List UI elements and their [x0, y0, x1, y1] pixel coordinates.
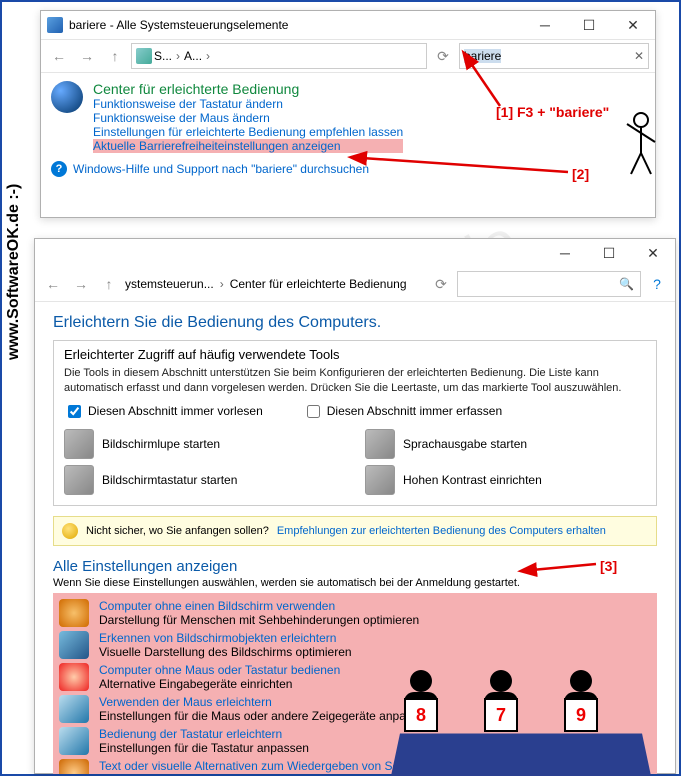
lightbulb-icon — [62, 523, 78, 539]
setting-desc: Visuelle Darstellung des Bildschirms opt… — [99, 645, 352, 659]
nav-up-button[interactable]: ↑ — [103, 44, 127, 68]
page-heading: Erleichtern Sie die Bedienung des Comput… — [53, 314, 657, 332]
all-settings-heading: Alle Einstellungen anzeigen — [53, 558, 657, 575]
group-description: Die Tools in diesem Abschnitt unterstütz… — [64, 366, 646, 396]
ease-of-access-window: ─ ☐ ✕ ← → ↑ ystemsteuerun... › Center fü… — [34, 238, 676, 774]
high-contrast-link[interactable]: Hohen Kontrast einrichten — [365, 465, 646, 495]
start-magnifier-link[interactable]: Bildschirmlupe starten — [64, 429, 345, 459]
search-input[interactable]: bariere ✕ — [459, 43, 649, 69]
checkbox-input[interactable] — [68, 405, 81, 418]
no-display-icon — [59, 599, 89, 627]
checkbox-label: Diesen Abschnitt immer erfassen — [327, 404, 502, 418]
all-settings-sub: Wenn Sie diese Einstellungen auswählen, … — [53, 577, 657, 589]
refresh-button[interactable]: ⟳ — [429, 272, 453, 296]
chevron-right-icon: › — [204, 49, 212, 63]
close-button[interactable]: ✕ — [631, 239, 675, 267]
result-link-highlighted[interactable]: Aktuelle Barrierefreiheiteinstellungen a… — [93, 139, 403, 153]
clear-search-icon[interactable]: ✕ — [634, 49, 644, 63]
window-title: bariere - Alle Systemsteuerungselemente — [69, 18, 523, 32]
result-link[interactable]: Einstellungen für erleichterte Bedienung… — [93, 125, 403, 139]
reco-link[interactable]: Empfehlungen zur erleichterten Bedienung… — [277, 525, 648, 537]
setting-link[interactable]: Computer ohne Maus oder Tastatur bediene… — [99, 663, 340, 677]
nav-back-button[interactable]: ← — [41, 272, 65, 296]
breadcrumb[interactable]: S... › A... › — [131, 43, 427, 69]
control-panel-icon — [47, 17, 63, 33]
sidebar-watermark-text: www.SoftwareOK.de :-) — [5, 184, 23, 360]
keyboard-setting-icon — [59, 727, 89, 755]
setting-desc: Einstellungen für die Maus oder andere Z… — [99, 709, 431, 723]
breadcrumb[interactable]: ystemsteuerun... › Center für erleichter… — [125, 277, 425, 291]
setting-link[interactable]: Verwenden der Maus erleichtern — [99, 695, 431, 709]
minimize-button[interactable]: ─ — [543, 239, 587, 267]
nav-back-button[interactable]: ← — [47, 44, 71, 68]
result-link[interactable]: Funktionsweise der Tastatur ändern — [93, 97, 403, 111]
tool-label: Bildschirmlupe starten — [102, 437, 220, 451]
breadcrumb-seg[interactable]: A... — [184, 49, 202, 63]
tool-label: Hohen Kontrast einrichten — [403, 473, 542, 487]
setting-link[interactable]: Computer ohne einen Bildschirm verwenden — [99, 599, 419, 613]
display-icon — [59, 631, 89, 659]
tool-label: Sprachausgabe starten — [403, 437, 527, 451]
result-link[interactable]: Funktionsweise der Maus ändern — [93, 111, 403, 125]
help-button[interactable]: ? — [645, 272, 669, 296]
location-icon — [136, 48, 152, 64]
mouse-icon — [59, 695, 89, 723]
minimize-button[interactable]: ─ — [523, 11, 567, 39]
narrator-icon — [365, 429, 395, 459]
settings-list-highlighted: Computer ohne einen Bildschirm verwenden… — [53, 593, 657, 774]
breadcrumb-seg[interactable]: S... — [154, 49, 172, 63]
group-title: Erleichterter Zugriff auf häufig verwend… — [64, 347, 646, 362]
setting-link[interactable]: Bedienung der Tastatur erleichtern — [99, 727, 309, 741]
search-results-window: bariere - Alle Systemsteuerungselemente … — [40, 10, 656, 218]
titlebar: ─ ☐ ✕ — [35, 239, 675, 267]
search-text: bariere — [464, 49, 501, 63]
chevron-right-icon: › — [174, 49, 182, 63]
setting-link[interactable]: Text oder visuelle Alternativen zum Wied… — [99, 759, 413, 773]
always-read-checkbox[interactable]: Diesen Abschnitt immer vorlesen — [64, 402, 263, 421]
nav-up-button[interactable]: ↑ — [97, 272, 121, 296]
setting-desc: Alternative Eingabegeräte einrichten — [99, 677, 340, 691]
result-heading[interactable]: Center für erleichterte Bedienung — [93, 81, 403, 97]
help-search-link[interactable]: Windows-Hilfe und Support nach "bariere"… — [73, 162, 369, 176]
checkbox-label: Diesen Abschnitt immer vorlesen — [88, 404, 263, 418]
start-osk-link[interactable]: Bildschirmtastatur starten — [64, 465, 345, 495]
refresh-button[interactable]: ⟳ — [431, 44, 455, 68]
sound-icon — [59, 759, 89, 774]
search-icon: 🔍 — [619, 277, 634, 291]
close-button[interactable]: ✕ — [611, 11, 655, 39]
titlebar: bariere - Alle Systemsteuerungselemente … — [41, 11, 655, 40]
magnifier-icon — [64, 429, 94, 459]
contrast-icon — [365, 465, 395, 495]
nav-forward-button[interactable]: → — [75, 44, 99, 68]
help-icon: ? — [51, 161, 67, 177]
search-input[interactable]: 🔍 — [457, 271, 641, 297]
reco-text: Nicht sicher, wo Sie anfangen sollen? — [86, 525, 269, 537]
breadcrumb-seg[interactable]: Center für erleichterte Bedienung — [230, 277, 407, 291]
breadcrumb-seg[interactable]: ystemsteuerun... — [125, 277, 214, 291]
no-mouse-icon — [59, 663, 89, 691]
setting-link[interactable]: Erkennen von Bildschirmobjekten erleicht… — [99, 631, 352, 645]
always-scan-checkbox[interactable]: Diesen Abschnitt immer erfassen — [303, 402, 502, 421]
setting-desc: Richtet Alternativen für Sounds ein. — [99, 773, 413, 774]
maximize-button[interactable]: ☐ — [587, 239, 631, 267]
chevron-right-icon: › — [218, 277, 226, 291]
tool-label: Bildschirmtastatur starten — [102, 473, 237, 487]
ease-of-access-icon — [51, 81, 83, 113]
checkbox-input[interactable] — [307, 405, 320, 418]
quick-tools-group: Erleichterter Zugriff auf häufig verwend… — [53, 340, 657, 506]
setting-desc: Einstellungen für die Tastatur anpassen — [99, 741, 309, 755]
recommendation-bar: Nicht sicher, wo Sie anfangen sollen? Em… — [53, 516, 657, 546]
maximize-button[interactable]: ☐ — [567, 11, 611, 39]
keyboard-icon — [64, 465, 94, 495]
setting-desc: Darstellung für Menschen mit Sehbehinder… — [99, 613, 419, 627]
start-narrator-link[interactable]: Sprachausgabe starten — [365, 429, 646, 459]
nav-forward-button[interactable]: → — [69, 272, 93, 296]
